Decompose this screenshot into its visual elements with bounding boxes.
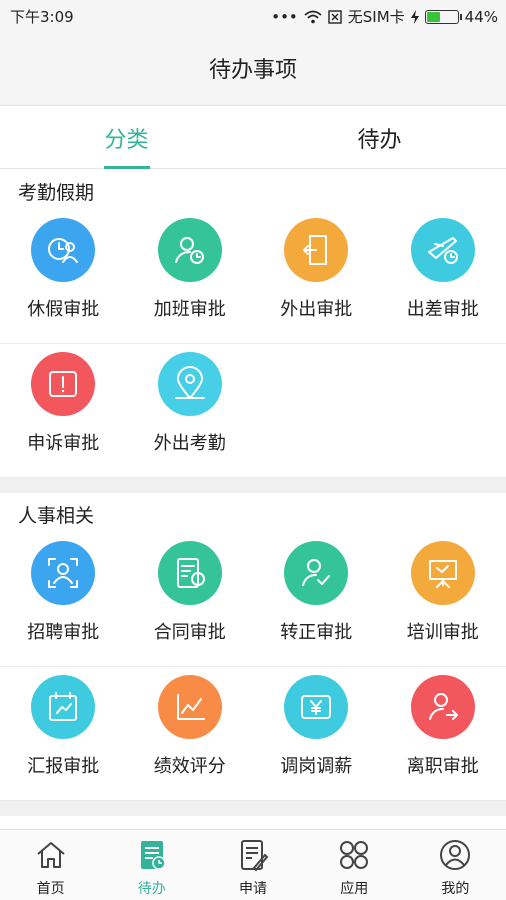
approval-item-label: 绩效评分 xyxy=(153,756,226,777)
apply-icon xyxy=(236,838,270,876)
report-icon xyxy=(31,675,96,739)
section-title: 行政相关 xyxy=(0,816,506,829)
tab-category-label: 分类 xyxy=(104,128,149,153)
approval-item-label: 加班审批 xyxy=(153,299,226,320)
nav-apps[interactable]: 应用 xyxy=(304,830,405,900)
nav-label: 待办 xyxy=(137,881,166,897)
battery-fill xyxy=(426,11,440,22)
status-time: 下午3:09 xyxy=(10,8,74,26)
approval-item[interactable]: 培训审批 xyxy=(380,533,506,666)
section-divider xyxy=(0,801,506,816)
approval-item-label: 外出审批 xyxy=(280,299,353,320)
section-title: 考勤假期 xyxy=(18,182,95,204)
appeal-icon xyxy=(31,352,96,416)
approval-item[interactable]: 加班审批 xyxy=(127,210,254,343)
approval-item-label: 招聘审批 xyxy=(27,622,100,643)
approval-item-label: 外出考勤 xyxy=(153,433,226,454)
overtime-icon xyxy=(157,218,222,282)
grid-row: 申诉审批 外出考勤 xyxy=(0,344,506,478)
nav-label: 我的 xyxy=(441,881,470,897)
nav-apply[interactable]: 申请 xyxy=(202,830,303,900)
page-title: 待办事项 xyxy=(208,57,297,83)
business-trip-icon xyxy=(410,218,475,282)
tab-bar: 分类 待办 xyxy=(0,107,506,169)
grid-row: 休假审批 加班审批 外出审批 出差审批 xyxy=(0,210,506,344)
profile-icon xyxy=(438,838,472,876)
approval-item[interactable]: 转正审批 xyxy=(253,533,380,666)
home-icon xyxy=(34,838,68,876)
no-sim-icon xyxy=(328,9,342,24)
approval-item-label: 转正审批 xyxy=(280,622,353,643)
battery-percent: 44% xyxy=(464,7,498,26)
status-bar: 下午3:09 ••• 无SIM卡 44% xyxy=(0,0,506,30)
approval-item[interactable]: 申诉审批 xyxy=(0,344,127,477)
approval-item[interactable]: 绩效评分 xyxy=(127,667,254,800)
approval-item-label: 申诉审批 xyxy=(27,433,100,454)
tab-todo-label: 待办 xyxy=(357,128,402,153)
approval-item-label: 出差审批 xyxy=(406,299,479,320)
approval-item[interactable]: 外出考勤 xyxy=(127,344,254,477)
todo-icon xyxy=(135,838,169,876)
nav-label: 首页 xyxy=(36,881,65,897)
nav-label: 应用 xyxy=(340,881,369,897)
training-icon xyxy=(410,541,475,605)
approval-item[interactable]: 外出审批 xyxy=(253,210,380,343)
go-out-icon xyxy=(284,218,349,282)
approval-item[interactable]: 汇报审批 xyxy=(0,667,127,800)
tab-todo[interactable]: 待办 xyxy=(253,107,506,169)
nav-profile[interactable]: 我的 xyxy=(405,830,506,900)
approval-item-label: 合同审批 xyxy=(153,622,226,643)
nav-home[interactable]: 首页 xyxy=(0,830,101,900)
category-list[interactable]: 考勤假期休假审批 加班审批 外出审批 出差审批申诉审批 外出考勤人事相关招聘审批 合同审批… xyxy=(0,170,506,829)
grid-row: 汇报审批 绩效评分 调岗调薪 离职审批 xyxy=(0,667,506,801)
recruit-icon xyxy=(31,541,96,605)
approval-item[interactable]: 离职审批 xyxy=(380,667,506,800)
charging-icon xyxy=(410,9,419,24)
signal-dots: ••• xyxy=(271,7,298,26)
approval-item[interactable]: 调岗调薪 xyxy=(253,667,380,800)
leave-icon xyxy=(31,218,96,282)
sim-status: 无SIM卡 xyxy=(347,8,405,26)
performance-icon xyxy=(157,675,222,739)
nav-todo[interactable]: 待办 xyxy=(101,830,202,900)
grid-row: 招聘审批 合同审批 转正审批 培训审批 xyxy=(0,533,506,667)
tab-category[interactable]: 分类 xyxy=(0,107,253,169)
approval-item[interactable]: 休假审批 xyxy=(0,210,127,343)
approval-item[interactable]: 合同审批 xyxy=(127,533,254,666)
approval-item-label: 培训审批 xyxy=(406,622,479,643)
battery-icon xyxy=(424,9,462,24)
contract-icon xyxy=(157,541,222,605)
status-right: ••• 无SIM卡 44% xyxy=(271,6,498,27)
tab-active-indicator xyxy=(104,166,150,169)
approval-item-label: 调岗调薪 xyxy=(280,756,353,777)
approval-item[interactable]: 出差审批 xyxy=(380,210,506,343)
salary-icon xyxy=(284,675,349,739)
approval-item[interactable]: 招聘审批 xyxy=(0,533,127,666)
approval-item-label: 休假审批 xyxy=(27,299,100,320)
apps-icon xyxy=(337,838,371,876)
page-header: 待办事项 xyxy=(0,30,506,106)
regularize-icon xyxy=(284,541,349,605)
approval-item-label: 汇报审批 xyxy=(27,756,100,777)
wifi-icon xyxy=(304,10,322,23)
section-divider xyxy=(0,478,506,493)
resign-icon xyxy=(410,675,475,739)
section-title: 人事相关 xyxy=(18,505,95,527)
location-icon xyxy=(157,352,222,416)
approval-item-label: 离职审批 xyxy=(406,756,479,777)
bottom-nav: 首页 待办 申请 应用 我的 xyxy=(0,829,506,900)
nav-label: 申请 xyxy=(239,881,267,897)
